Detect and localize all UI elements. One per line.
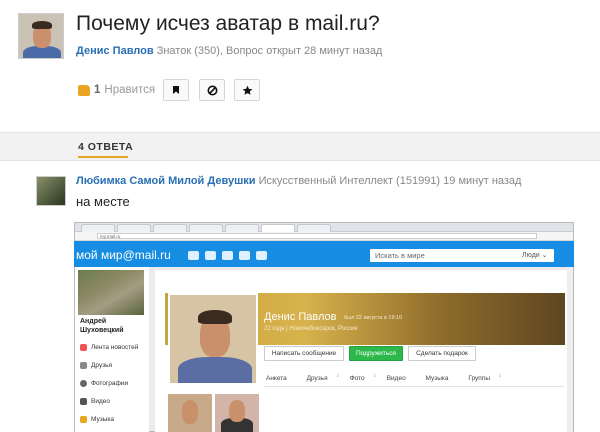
bookmark-button[interactable] (163, 79, 189, 101)
browser-tab (297, 224, 331, 232)
browser-tab (189, 224, 223, 232)
question-meta: Денис Павлов Знаток (350), Вопрос открыт… (76, 45, 382, 57)
browser-tab (117, 224, 151, 232)
tab-count: 2 (373, 373, 376, 378)
menu-label: Фотографии (91, 380, 129, 387)
question-title: Почему исчез аватар в mail.ru? (76, 12, 380, 35)
like-count: 1 (94, 84, 101, 96)
like-label: Нравится (104, 84, 156, 96)
mailru-menu-photos: Фотографии (80, 380, 128, 387)
browser-tab (81, 224, 115, 232)
browser-tabs (75, 223, 573, 232)
messages-icon (188, 251, 199, 260)
mailru-tab-groups: Группы 2 (468, 373, 502, 383)
mailru-tab-photos: Фото 2 (349, 373, 376, 383)
chat-icon (205, 251, 216, 260)
camera-icon (80, 380, 87, 387)
divider (264, 386, 564, 387)
mailru-profile-photo (168, 293, 258, 385)
answer-author-meta: Искусственный Интеллект (151991) 19 мину… (258, 175, 522, 187)
question-author-link[interactable]: Денис Павлов (76, 45, 154, 57)
mailru-photo-thumb (215, 394, 259, 432)
feed-icon (80, 344, 87, 351)
mailru-write-message-button: Написать сообщение (264, 346, 344, 361)
tab-label: Фото (349, 375, 365, 383)
star-icon (242, 85, 252, 95)
games-icon (256, 251, 267, 260)
mailru-gift-button: Сделать подарок (408, 346, 476, 361)
answer-text: на месте (76, 194, 130, 209)
mailru-scrollbar (567, 267, 573, 432)
tab-underline (78, 156, 128, 158)
tab-count: 2 (336, 373, 339, 378)
tab-label: Музыка (425, 375, 449, 383)
tab-label: Анкета (266, 375, 287, 383)
mailru-profile-name: Денис Павлов (264, 311, 337, 323)
bell-icon (239, 251, 250, 260)
mailru-search-scope: Люди ⌄ (522, 252, 548, 259)
browser-tab (153, 224, 187, 232)
menu-label: Музыка (91, 416, 114, 423)
mailru-menu-music: Музыка (80, 416, 114, 423)
block-icon (207, 85, 217, 95)
mailru-logo: мой мир@mail.ru (76, 248, 171, 262)
favorite-button[interactable] (234, 79, 260, 101)
like-button[interactable]: 1 Нравится (78, 84, 155, 96)
mailru-menu-feed: Лента новостей (80, 344, 138, 351)
answer-author-avatar[interactable] (36, 176, 66, 206)
mailru-profile-tabs: Анкета Друзья 2 Фото 2 Видео Музыка Группы… (266, 373, 510, 382)
mailru-add-friend-button: Подружиться (349, 346, 403, 361)
tab-label: Друзья (306, 375, 328, 383)
mailru-tab-friends: Друзья 2 (306, 373, 339, 383)
bookmark-icon (173, 86, 179, 94)
thumb-face (182, 400, 198, 424)
mailru-profile-sub: 22 года | Новочебоксарск, Россия (264, 326, 358, 332)
mailru-last-seen: был 22 августа в 19:10 (344, 315, 403, 321)
mailru-menu-video: Видео (80, 398, 110, 405)
answer-author-link[interactable]: Любимка Самой Милой Девушки (76, 175, 256, 187)
mailru-user-photo (78, 270, 144, 315)
music-icon (80, 416, 87, 423)
report-button[interactable] (199, 79, 225, 101)
thumb-face (229, 400, 245, 422)
tab-label: Группы (468, 375, 490, 383)
answer-meta: Любимка Самой Милой Девушки Искусственны… (76, 175, 521, 187)
friends-icon (80, 362, 87, 369)
mailru-user-name: Андрей Шуховецкий (80, 318, 124, 334)
tab-count: 2 (499, 373, 502, 378)
mailru-tab-music: Музыка (426, 375, 458, 382)
thumbs-up-icon (78, 84, 90, 96)
mailru-photo-thumb (168, 394, 212, 432)
menu-label: Лента новостей (91, 344, 139, 351)
question-author-meta: Знаток (350), Вопрос открыт 28 минут наз… (156, 45, 383, 57)
browser-tab (225, 224, 259, 232)
tab-answers[interactable]: 4 ОТВЕТА (78, 141, 133, 153)
address-field: my.mail.ru (97, 233, 537, 239)
menu-label: Видео (91, 398, 110, 405)
video-icon (80, 398, 87, 405)
people-icon (222, 251, 233, 260)
photo-shirt (178, 357, 252, 383)
avatar-hair (32, 21, 52, 29)
tab-label: Видео (386, 375, 406, 383)
question-author-avatar[interactable] (18, 13, 64, 59)
photo-hair (198, 310, 232, 324)
browser-address-bar: my.mail.ru (75, 232, 573, 241)
mailru-menu-friends: Друзья (80, 362, 112, 369)
browser-tab-active (261, 224, 295, 232)
mailru-tab-video: Видео (387, 375, 415, 382)
menu-label: Друзья (91, 362, 113, 369)
mailru-tab-profile: Анкета (266, 375, 296, 382)
